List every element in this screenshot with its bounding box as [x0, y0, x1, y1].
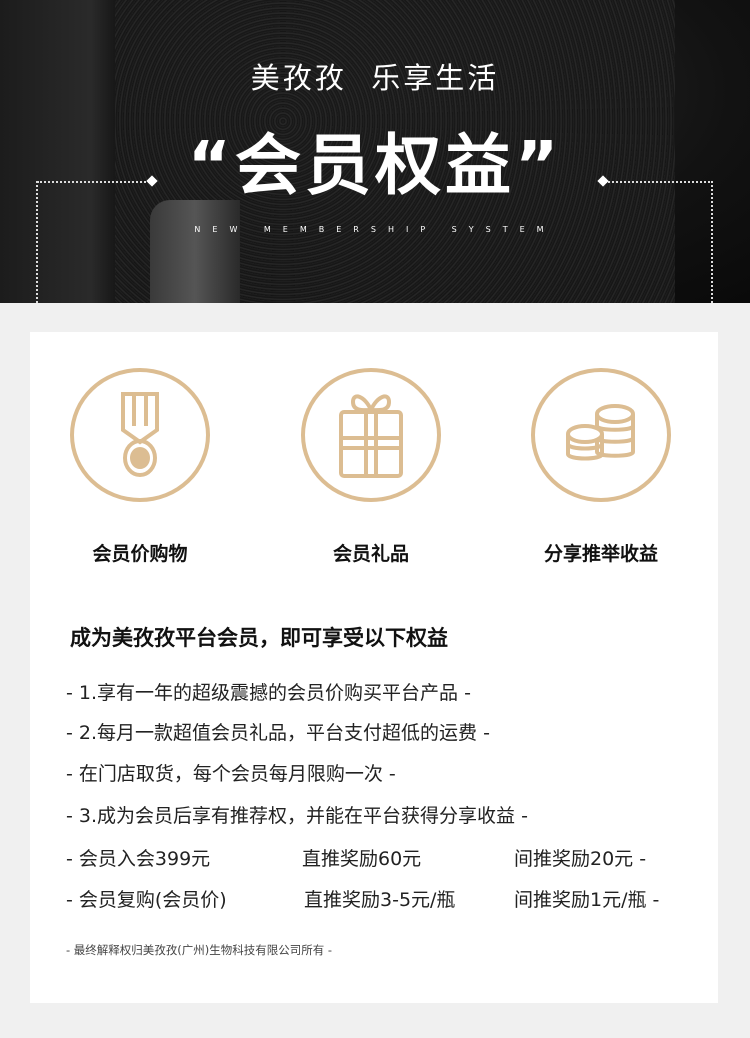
footer-note: - 最终解释权归美孜孜(广州)生物科技有限公司所有 - — [66, 943, 333, 957]
benefit-label: 会员礼品 — [332, 543, 409, 565]
divider — [36, 181, 38, 303]
coins-icon — [531, 368, 671, 502]
list-item: - 会员入会399元 — [66, 848, 211, 870]
list-item: 间推奖励20元 - — [514, 848, 647, 870]
section-heading: 成为美孜孜平台会员，即可享受以下权益 — [70, 626, 448, 650]
list-item: - 1.享有一年的超级震撼的会员价购买平台产品 - — [66, 682, 471, 704]
benefits-card: 会员价购物 会员礼品 分享推举收益 成为美孜孜平台会员，即可享受以下权益 - 1… — [30, 332, 718, 1003]
gift-icon — [301, 368, 441, 502]
benefit-label: 分享推举收益 — [543, 543, 658, 565]
list-item: 直推奖励60元 — [302, 848, 422, 870]
divider — [711, 181, 713, 303]
divider — [37, 181, 150, 183]
benefit-label: 会员价购物 — [92, 543, 188, 565]
list-item: - 在门店取货，每个会员每月限购一次 - — [66, 763, 396, 785]
hero-subtitle: 美孜孜 乐享生活 — [250, 61, 500, 95]
list-item: 间推奖励1元/瓶 - — [514, 889, 660, 911]
hero-title: “会员权益” — [187, 127, 563, 204]
hero-english: NEW MEMBERSHIP SYSTEM — [194, 225, 556, 234]
medal-icon — [70, 368, 210, 502]
hero-banner: 美孜孜 乐享生活 “会员权益” NEW MEMBERSHIP SYSTEM — [0, 0, 750, 303]
list-item: 直推奖励3-5元/瓶 — [304, 889, 456, 911]
divider — [605, 181, 713, 183]
list-item: - 会员复购(会员价) — [66, 889, 227, 911]
list-item: - 2.每月一款超值会员礼品，平台支付超低的运费 - — [66, 722, 490, 744]
list-item: - 3.成为会员后享有推荐权，并能在平台获得分享收益 - — [66, 805, 528, 827]
